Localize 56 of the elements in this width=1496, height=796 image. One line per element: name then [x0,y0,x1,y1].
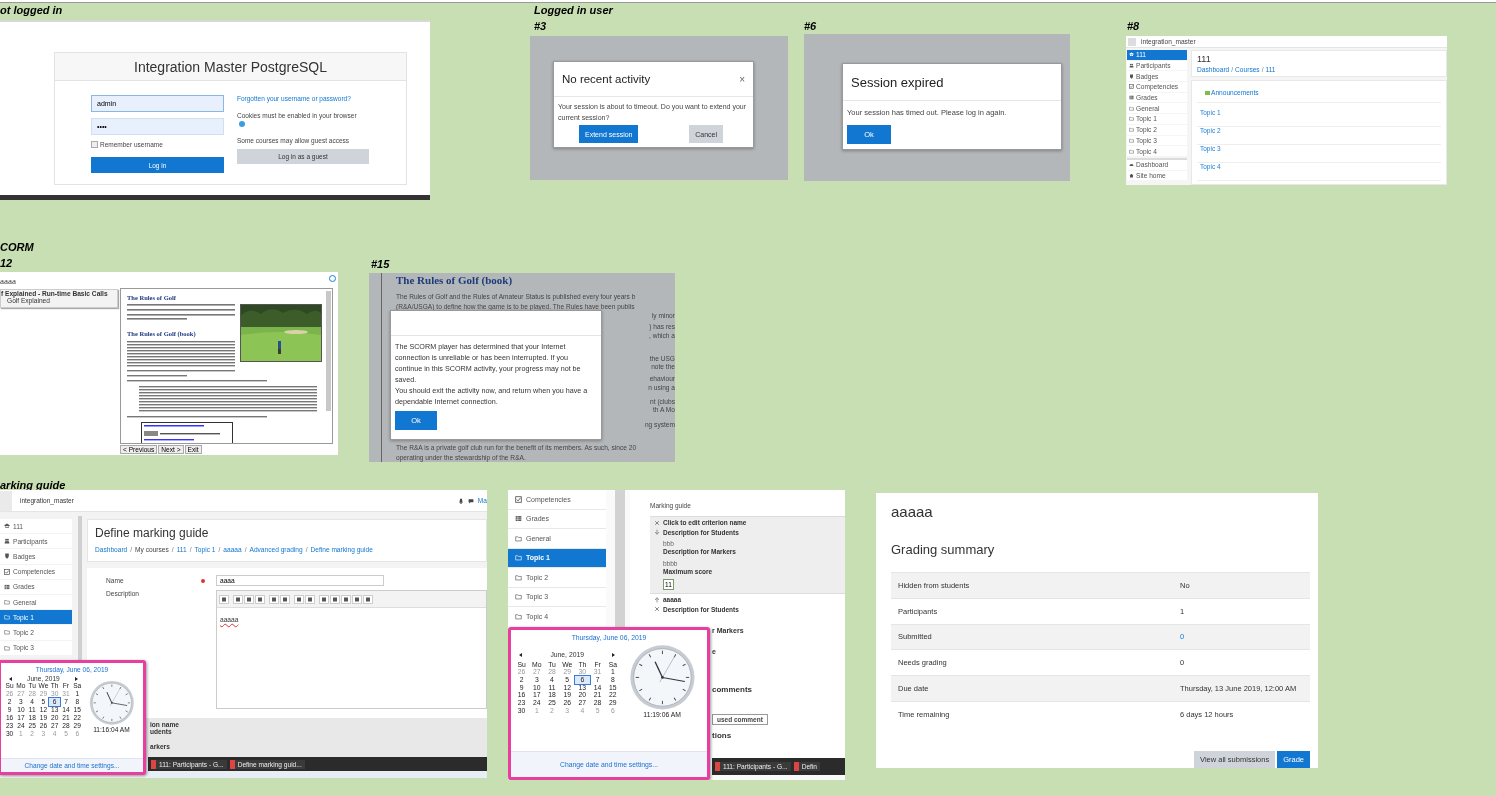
form-text: comments [712,685,752,694]
page-title: Define marking guide [95,526,210,540]
section-caption: #6 [804,20,817,32]
section-caption: Logged in user [534,4,613,16]
cap-icon [4,523,10,530]
people-icon [4,538,10,545]
table-icon [4,583,10,590]
scrollbar[interactable] [615,490,625,630]
table-icon [1129,95,1134,101]
help-icon[interactable] [239,121,245,127]
scrollbar[interactable] [326,291,331,411]
folder-icon [4,614,10,621]
shield-icon [4,553,10,560]
people-icon [1129,63,1134,69]
folder-icon [515,593,522,601]
table-icon [515,515,522,523]
chat-icon[interactable] [467,497,474,504]
section-caption: arking guide [0,479,66,491]
form-text: tions [712,731,732,740]
required-icon [201,578,205,583]
folder-icon [515,534,522,542]
delete-icon[interactable] [653,519,660,526]
section-caption: #8 [1127,20,1140,32]
checkbox-icon [1129,84,1134,90]
section-caption: #15 [371,258,390,270]
activity-title: aaaa [0,276,16,286]
checkbox-icon [515,495,522,503]
bell-icon[interactable] [457,497,464,504]
activity-title: aaaaa [891,503,934,520]
section-caption: CORM [0,241,34,253]
gauge-icon [1129,162,1134,168]
home-icon [1129,172,1134,178]
folder-icon [4,644,10,651]
remember-checkbox[interactable] [91,141,98,148]
folder-icon [515,573,522,581]
course-title: 111 [1197,54,1212,64]
shield-icon [1129,73,1134,79]
clock-drawing [88,680,135,726]
section-heading: Grading summary [891,542,996,557]
close-icon[interactable]: × [739,73,745,85]
clock-drawing [628,644,696,711]
site-title: Integration Master PostgreSQL [134,58,327,75]
folder-icon [4,629,10,636]
section-caption: #3 [534,20,547,32]
section-caption: 12 [0,257,13,269]
cap-icon [1129,52,1134,58]
dialog-title: No recent activity [562,73,651,85]
dialog-title: Session expired [851,74,944,90]
section-caption: ot logged in [0,4,63,16]
folder-icon [515,612,522,620]
folder-icon [515,554,522,562]
folder-icon [4,599,10,606]
page-heading: The Rules of Golf (book) [396,274,514,286]
checkbox-icon [4,568,10,575]
move-up-icon[interactable] [653,596,660,603]
delete-icon[interactable] [653,606,660,613]
